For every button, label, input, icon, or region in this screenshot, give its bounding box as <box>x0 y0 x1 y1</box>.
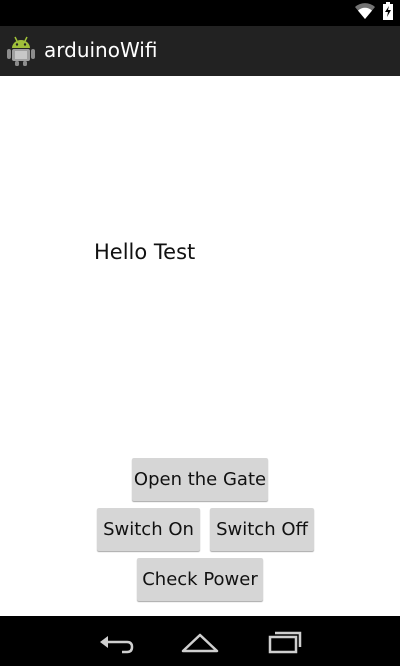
navigation-bar <box>0 616 400 666</box>
battery-charging-icon <box>383 2 393 20</box>
phone-screen: arduinoWifi Hello Test Open the Gate Swi… <box>0 0 400 666</box>
wifi-icon <box>355 3 375 19</box>
home-icon[interactable] <box>180 626 220 656</box>
open-gate-button[interactable]: Open the Gate <box>132 458 268 501</box>
check-power-button[interactable]: Check Power <box>137 558 263 601</box>
switch-on-button[interactable]: Switch On <box>97 508 200 551</box>
status-bar <box>0 0 400 26</box>
main-content: Hello Test Open the Gate Switch On Switc… <box>0 76 400 616</box>
app-title: arduinoWifi <box>44 38 158 62</box>
switch-off-button[interactable]: Switch Off <box>210 508 314 551</box>
back-icon[interactable] <box>96 626 136 656</box>
action-bar: arduinoWifi <box>0 26 400 76</box>
android-robot-icon <box>7 36 35 66</box>
hello-message: Hello Test <box>94 240 196 264</box>
recent-apps-icon[interactable] <box>264 626 304 656</box>
